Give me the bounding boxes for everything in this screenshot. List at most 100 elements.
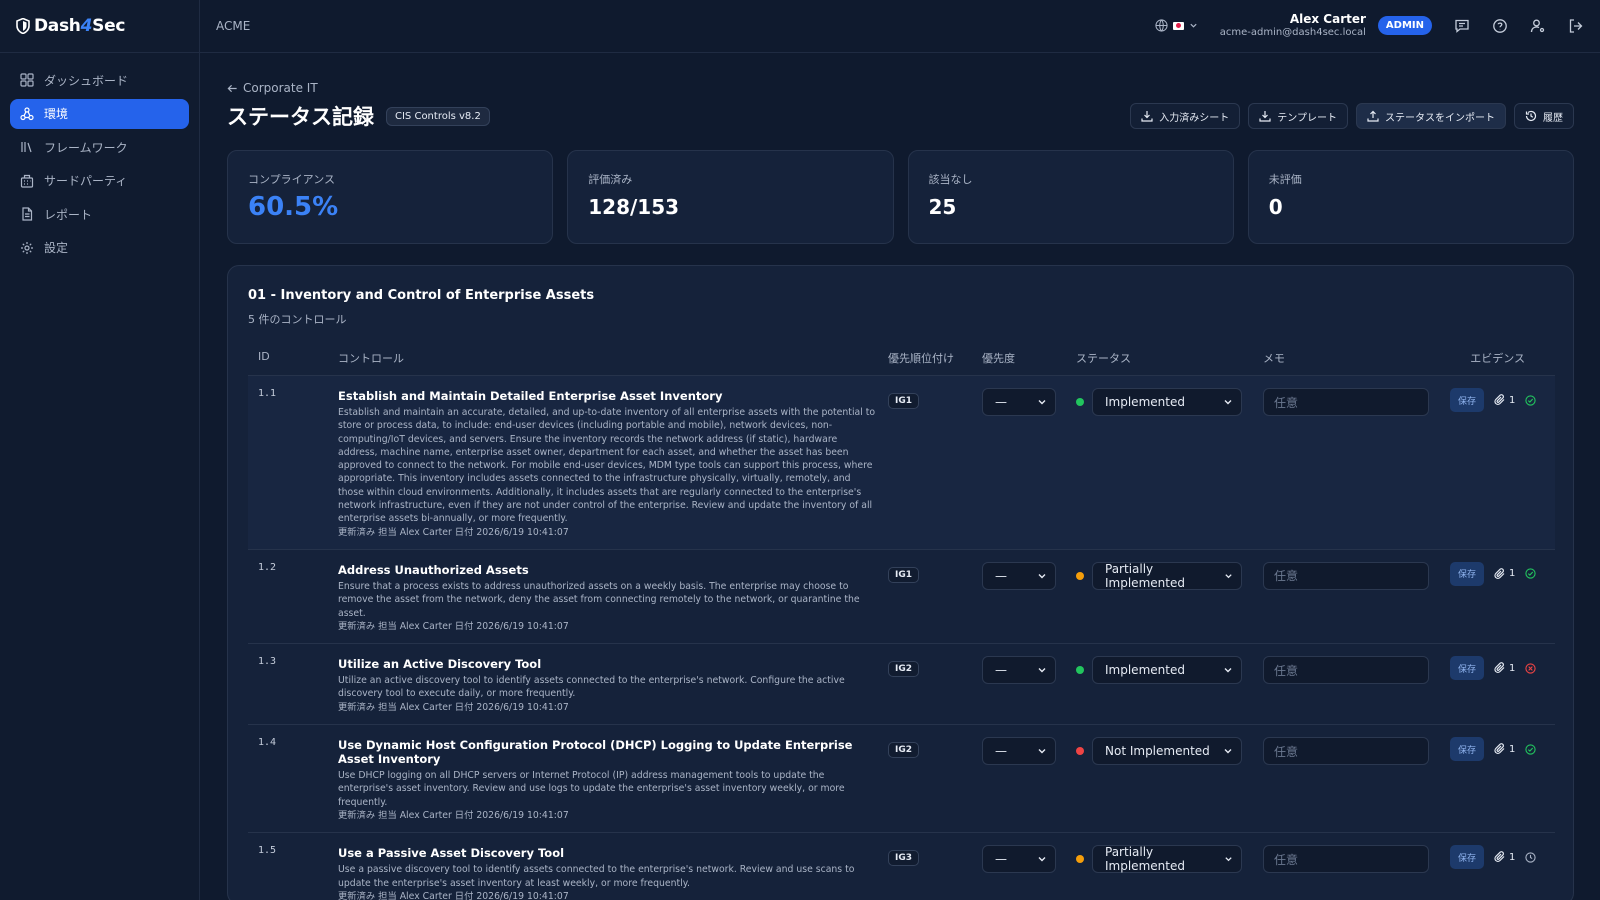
evidence-cell: 保存 1	[1450, 388, 1555, 539]
status-value: Not Implemented	[1105, 744, 1210, 759]
prioritization-cell: IG3	[888, 845, 982, 900]
attachment-button[interactable]: 1	[1490, 740, 1519, 758]
attachment-button[interactable]: 1	[1490, 391, 1519, 409]
clock-icon	[1525, 848, 1537, 867]
sidebar-item-reports[interactable]: レポート	[10, 199, 189, 229]
download-template-button[interactable]: テンプレート	[1248, 103, 1348, 129]
back-link-label: Corporate IT	[243, 81, 318, 95]
attachment-count: 1	[1509, 851, 1516, 863]
section-title: 01 - Inventory and Control of Enterprise…	[248, 288, 595, 303]
sidebar-item-label: 環境	[44, 107, 69, 121]
priority-value: —	[995, 852, 1007, 867]
status-select[interactable]: Partially Implemented	[1092, 561, 1242, 590]
stat-card-compliance: コンプライアンス 60.5%	[227, 150, 554, 244]
sidebar-item-third-parties[interactable]: サードパーティ	[10, 166, 189, 196]
stat-label: 未評価	[1268, 173, 1302, 186]
table-body: 1.1 Establish and Maintain Detailed Ente…	[248, 376, 1555, 900]
stat-label: 評価済み	[588, 173, 633, 186]
sidebar-item-label: ダッシュボード	[44, 73, 129, 88]
control-title: Use Dynamic Host Configuration Protocol …	[338, 738, 853, 767]
column-header-id: ID	[258, 350, 270, 363]
check-circle-icon	[1525, 564, 1537, 583]
control-description: Use a passive discovery tool to identify…	[338, 864, 855, 889]
status-select[interactable]: Implemented	[1092, 388, 1242, 416]
attachment-button[interactable]: 1	[1490, 659, 1519, 677]
sidebar-item-label: フレームワーク	[44, 140, 128, 155]
prioritization-cell: IG1	[888, 388, 982, 539]
save-button[interactable]: 保存	[1450, 388, 1485, 412]
chevron-down-icon	[1224, 749, 1232, 754]
evidence-cell: 保存 1	[1450, 561, 1555, 633]
status-select[interactable]: Implemented	[1092, 656, 1242, 685]
memo-input[interactable]: 任意	[1263, 845, 1429, 874]
column-header-prioritization: 優先順位付け	[888, 352, 954, 365]
save-button[interactable]: 保存	[1450, 737, 1485, 762]
priority-select[interactable]: —	[982, 737, 1056, 766]
priority-value: —	[995, 744, 1007, 759]
logout-icon[interactable]	[1568, 18, 1584, 34]
prioritization-cell: IG2	[888, 737, 982, 822]
control-title: Address Unauthorized Assets	[338, 562, 529, 577]
save-button[interactable]: 保存	[1450, 656, 1485, 681]
network-icon	[20, 106, 34, 120]
memo-input[interactable]: 任意	[1263, 561, 1429, 590]
brand-name: Dash4Sec	[34, 16, 126, 36]
priority-select[interactable]: —	[982, 561, 1056, 590]
memo-input[interactable]: 任意	[1263, 737, 1429, 766]
chevron-down-icon	[1038, 668, 1046, 673]
app-logo[interactable]: Dash4Sec	[0, 0, 199, 53]
memo-input[interactable]: 任意	[1263, 656, 1429, 685]
status-select[interactable]: Partially Implemented	[1092, 845, 1242, 874]
download-filled-sheet-button[interactable]: 入力済みシート	[1130, 103, 1241, 129]
building-icon	[20, 174, 34, 188]
document-icon	[22, 207, 33, 221]
message-icon[interactable]	[1454, 18, 1470, 34]
main-content: Corporate IT ステータス記録 CIS Controls v8.2 入…	[227, 53, 1574, 900]
sidebar-item-dashboard[interactable]: ダッシュボード	[10, 65, 189, 95]
status-indicator-dot	[1076, 747, 1084, 756]
button-label: 入力済みシート	[1159, 112, 1230, 124]
page-actions: 入力済みシート テンプレート ステータスをインポート 履歴	[1130, 103, 1574, 129]
memo-input[interactable]: 任意	[1263, 388, 1429, 416]
save-button[interactable]: 保存	[1450, 845, 1485, 870]
control-cell: Address Unauthorized Assets Ensure that …	[338, 562, 888, 633]
priority-select[interactable]: —	[982, 845, 1056, 874]
column-header-priority: 優先度	[982, 352, 1015, 365]
chevron-down-icon	[1038, 857, 1046, 862]
chevron-down-icon	[1224, 668, 1232, 673]
priority-select[interactable]: —	[982, 388, 1056, 416]
status-cell: Partially Implemented	[1076, 561, 1263, 633]
arrow-left-icon	[227, 84, 237, 92]
control-cell: Utilize an Active Discovery Tool Utilize…	[338, 656, 888, 714]
help-icon[interactable]	[1492, 18, 1508, 34]
chevron-down-icon	[1190, 24, 1197, 29]
priority-select[interactable]: —	[982, 656, 1056, 685]
implementation-group-badge: IG1	[888, 566, 919, 583]
title-row: ステータス記録 CIS Controls v8.2 入力済みシート テンプレート…	[227, 102, 1574, 130]
stat-value: 128/153	[588, 195, 680, 219]
column-header-status: ステータス	[1076, 352, 1131, 365]
back-link[interactable]: Corporate IT	[227, 81, 318, 95]
control-id: 1.5	[258, 845, 277, 857]
attachment-button[interactable]: 1	[1490, 565, 1519, 583]
sidebar-item-settings[interactable]: 設定	[10, 233, 189, 263]
sidebar-item-environment[interactable]: 環境	[10, 98, 189, 129]
user-name: Alex Carter	[1289, 12, 1366, 27]
column-header-memo: メモ	[1263, 352, 1285, 365]
grid-icon	[20, 73, 34, 87]
control-updated-meta: 更新済み 担当 Alex Carter 日付 2026/6/19 10:41:0…	[338, 701, 569, 713]
import-status-button[interactable]: ステータスをインポート	[1356, 103, 1506, 129]
stat-value: 60.5%	[248, 192, 339, 222]
language-selector[interactable]	[1155, 19, 1198, 33]
history-button[interactable]: 履歴	[1514, 103, 1574, 129]
chevron-down-icon	[1224, 400, 1232, 405]
sidebar-item-frameworks[interactable]: フレームワーク	[10, 132, 189, 162]
control-updated-meta: 更新済み 担当 Alex Carter 日付 2026/6/19 10:41:0…	[338, 620, 569, 632]
status-cell: Implemented	[1076, 388, 1263, 539]
status-select[interactable]: Not Implemented	[1092, 737, 1242, 766]
save-button[interactable]: 保存	[1450, 561, 1485, 586]
control-id: 1.1	[258, 388, 277, 399]
history-icon	[1525, 110, 1537, 122]
attachment-button[interactable]: 1	[1490, 848, 1519, 866]
user-settings-icon[interactable]	[1530, 18, 1546, 34]
